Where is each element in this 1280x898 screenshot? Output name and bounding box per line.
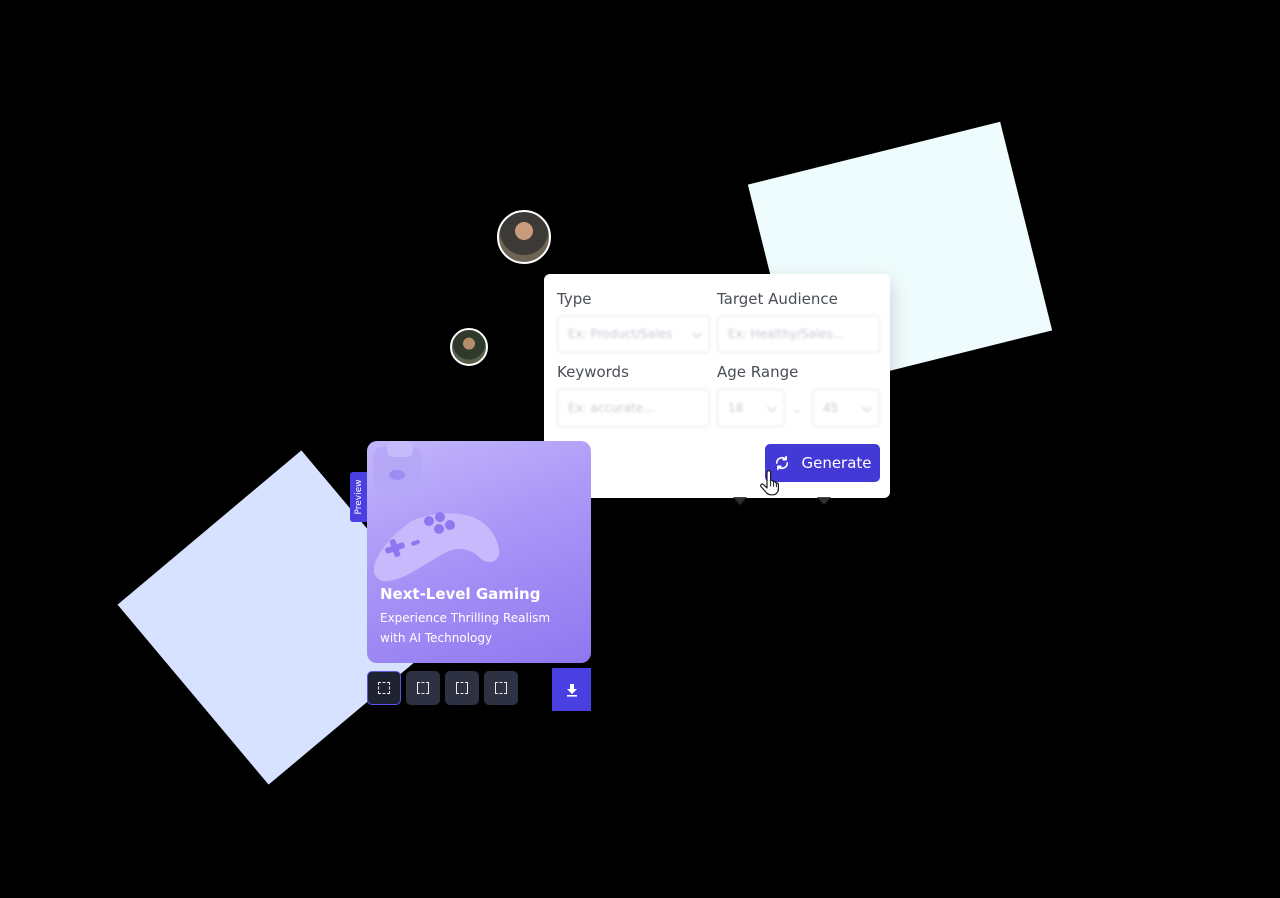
age-min-select[interactable]: 18 xyxy=(717,389,785,427)
chevron-down-icon xyxy=(861,401,872,412)
user-avatar-small xyxy=(450,328,488,366)
ratio-button-2[interactable] xyxy=(406,671,440,705)
type-label: Type xyxy=(557,290,592,308)
preview-subtitle: Experience Thrilling Realism with AI Tec… xyxy=(380,611,551,645)
generate-button[interactable]: Generate xyxy=(765,444,880,482)
frame-icon xyxy=(417,682,429,694)
generate-button-label: Generate xyxy=(801,454,872,472)
type-select[interactable]: Ex: Product/Sales xyxy=(557,315,710,353)
preview-tab-label: Preview xyxy=(353,479,364,515)
shadow-notch-left xyxy=(733,497,747,505)
age-max-value: 45 xyxy=(823,401,839,415)
canvas: Type Ex: Product/Sales Target Audience E… xyxy=(0,0,1280,898)
preview-card: Next-Level Gaming Experience Thrilling R… xyxy=(367,441,591,663)
target-audience-input[interactable]: Ex: Healthy/Sales... xyxy=(717,315,880,353)
keywords-placeholder: Ex: accurate... xyxy=(568,401,655,415)
frame-icon xyxy=(378,682,390,694)
ratio-button-4[interactable] xyxy=(484,671,518,705)
chevron-down-icon xyxy=(691,327,702,338)
type-select-placeholder: Ex: Product/Sales xyxy=(568,327,673,341)
age-range-separator: – xyxy=(794,404,800,418)
ratio-button-1[interactable] xyxy=(367,671,401,705)
target-audience-placeholder: Ex: Healthy/Sales... xyxy=(728,327,845,341)
download-button[interactable] xyxy=(552,668,591,711)
frame-icon xyxy=(495,682,507,694)
keywords-label: Keywords xyxy=(557,363,629,381)
age-range-label: Age Range xyxy=(717,363,799,381)
age-max-select[interactable]: 45 xyxy=(812,389,880,427)
keywords-input[interactable]: Ex: accurate... xyxy=(557,389,710,427)
age-min-value: 18 xyxy=(728,401,744,415)
ratio-button-3[interactable] xyxy=(445,671,479,705)
preview-tab[interactable]: Preview xyxy=(350,472,367,522)
preview-title: Next-Level Gaming xyxy=(380,585,541,603)
frame-icon xyxy=(456,682,468,694)
user-avatar-large xyxy=(497,210,551,264)
hand-pointer-icon xyxy=(760,470,779,496)
shadow-notch-right xyxy=(817,497,831,505)
chevron-down-icon xyxy=(766,401,777,412)
target-audience-label: Target Audience xyxy=(717,290,838,308)
download-icon xyxy=(566,683,577,697)
